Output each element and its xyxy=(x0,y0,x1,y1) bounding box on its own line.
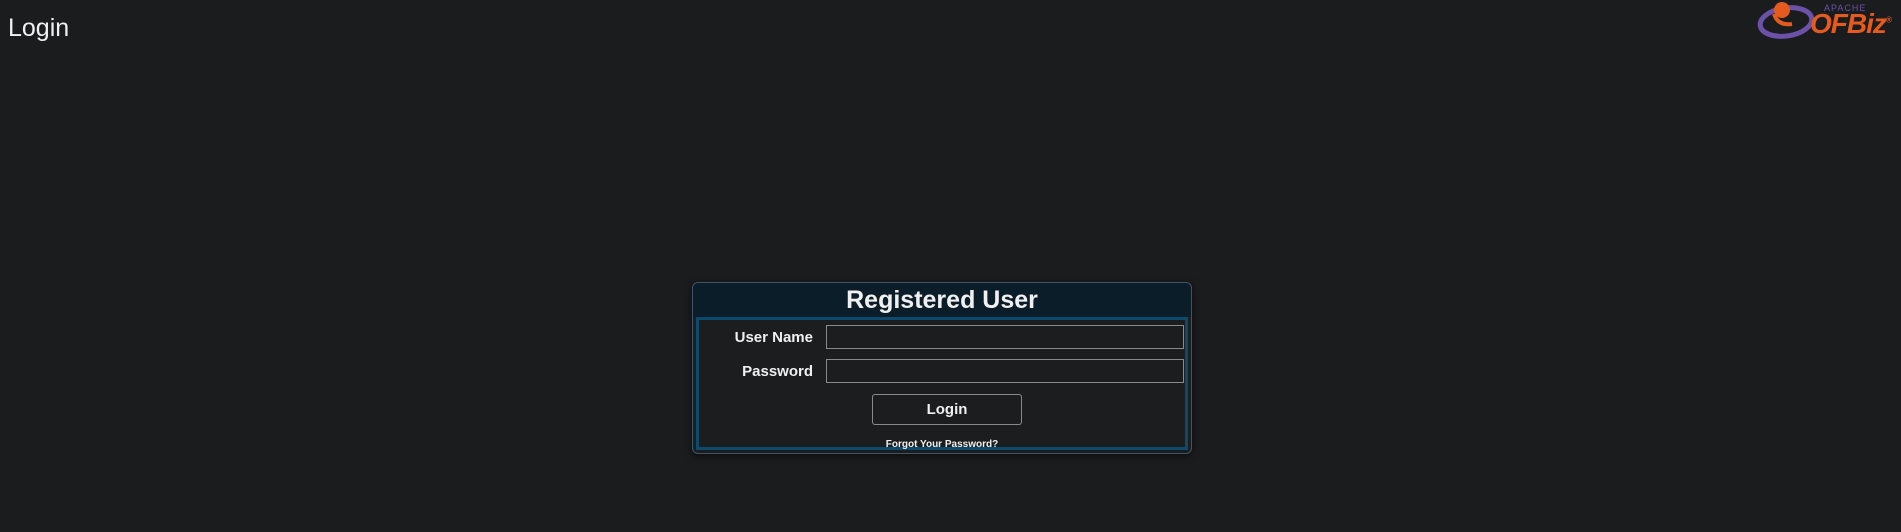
password-label: Password xyxy=(742,363,813,380)
ofbiz-logo-swirl-icon xyxy=(1757,2,1815,39)
username-input[interactable] xyxy=(826,325,1184,349)
login-panel: Registered User User Name Password Login… xyxy=(692,282,1192,454)
password-input[interactable] xyxy=(826,359,1184,383)
username-row: User Name xyxy=(699,325,1185,351)
password-row: Password xyxy=(699,359,1185,385)
login-panel-title: Registered User xyxy=(693,283,1191,317)
forgot-password-link[interactable]: Forgot Your Password? xyxy=(699,439,1185,450)
logo-ofbiz-text: OFBiz® xyxy=(1810,8,1892,39)
username-label: User Name xyxy=(734,329,813,346)
login-button[interactable]: Login xyxy=(872,394,1022,425)
ofbiz-logo[interactable]: APACHE OFBiz® xyxy=(1748,0,1892,44)
login-form: User Name Password Login Forgot Your Pas… xyxy=(696,317,1188,450)
page-title: Login xyxy=(8,14,70,42)
